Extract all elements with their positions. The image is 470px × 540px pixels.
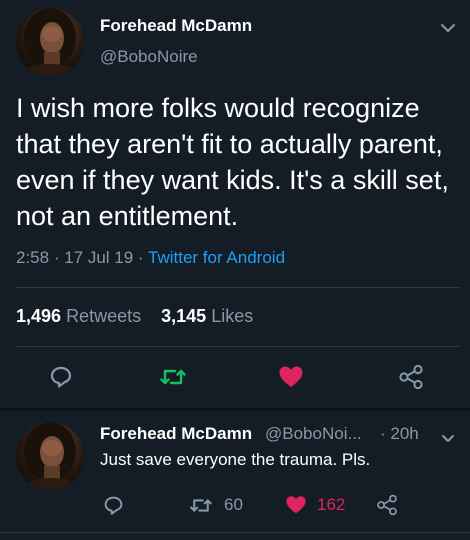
chevron-down-icon[interactable]: [440, 20, 456, 38]
likes-label: Likes: [211, 306, 254, 326]
retweet-icon: [160, 369, 186, 385]
divider: [0, 408, 470, 411]
avatar[interactable]: [16, 8, 84, 76]
tweet-date[interactable]: 17 Jul 19: [64, 248, 133, 267]
tweet-text: I wish more folks would recognize that t…: [16, 93, 449, 231]
author-name[interactable]: Forehead McDamn: [100, 16, 252, 36]
meta-separator: ·: [133, 248, 149, 267]
reply-button[interactable]: [46, 362, 76, 392]
share-icon: [399, 364, 423, 390]
chevron-down-icon[interactable]: [441, 430, 455, 448]
reply-like-button[interactable]: [283, 492, 309, 518]
tweet-stats: 1,496 Retweets 3,145 Likes: [16, 306, 253, 327]
retweet-button[interactable]: [158, 362, 188, 392]
reply-reply-button[interactable]: [100, 492, 126, 518]
divider: [16, 287, 460, 288]
tweet-time[interactable]: 2:58: [16, 248, 49, 267]
meta-separator: ·: [49, 248, 65, 267]
share-icon: [377, 494, 397, 516]
retweet-icon: [190, 498, 212, 512]
reply-avatar[interactable]: [16, 422, 84, 490]
divider: [0, 532, 470, 533]
reply-time[interactable]: · 20h: [380, 424, 419, 444]
author-handle[interactable]: @BoboNoire: [100, 47, 198, 67]
heart-icon: [279, 366, 303, 387]
likes-stat[interactable]: 3,145 Likes: [161, 306, 253, 326]
reply-icon: [50, 366, 72, 388]
reply-author-name[interactable]: Forehead McDamn: [100, 424, 252, 444]
tweet-meta: 2:58 · 17 Jul 19 · Twitter for Android: [16, 248, 285, 268]
likes-count: 3,145: [161, 306, 207, 326]
tweet-source[interactable]: Twitter for Android: [148, 248, 285, 267]
retweets-count: 1,496: [16, 306, 62, 326]
reply-retweet-button[interactable]: [186, 492, 216, 518]
tweet-screen: Forehead McDamn @BoboNoire I wish more f…: [0, 0, 470, 540]
share-button[interactable]: [396, 362, 426, 392]
reply-share-button[interactable]: [374, 492, 400, 518]
reply-retweet-count: 60: [224, 495, 243, 514]
reply-like-count: 162: [317, 495, 346, 514]
retweets-stat[interactable]: 1,496 Retweets: [16, 306, 141, 326]
reply-author-handle[interactable]: @BoboNoi...: [265, 424, 362, 444]
retweets-label: Retweets: [66, 306, 142, 326]
like-button[interactable]: [276, 362, 306, 392]
reply-text: Just save everyone the trauma. Pls.: [100, 450, 371, 469]
heart-icon: [286, 496, 306, 514]
reply-icon: [104, 496, 122, 515]
divider: [16, 346, 460, 347]
